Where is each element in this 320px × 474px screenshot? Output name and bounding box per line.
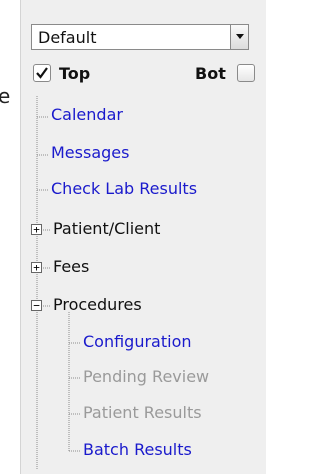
tree-item-fees[interactable]: Fees <box>53 257 89 277</box>
navigation-panel: Default Top Bot Calendar Messages Check … <box>20 0 266 474</box>
tree-item-procedures[interactable]: Procedures <box>53 295 142 315</box>
tree-item-calendar[interactable]: Calendar <box>51 105 123 125</box>
minus-box-icon[interactable]: − <box>31 300 42 311</box>
plus-box-icon[interactable]: + <box>31 224 42 235</box>
tree-item-configuration[interactable]: Configuration <box>83 332 192 352</box>
tree-item-pending-review: Pending Review <box>83 367 210 386</box>
tree-item-check-lab-results[interactable]: Check Lab Results <box>51 179 197 199</box>
edge-glyph: e <box>0 84 11 108</box>
plus-box-icon[interactable]: + <box>31 262 42 273</box>
tree-item-batch-results[interactable]: Batch Results <box>83 440 192 460</box>
tree-item-patient-client[interactable]: Patient/Client <box>53 219 160 239</box>
tree-item-patient-results: Patient Results <box>83 403 202 422</box>
tree-item-messages[interactable]: Messages <box>51 143 129 163</box>
